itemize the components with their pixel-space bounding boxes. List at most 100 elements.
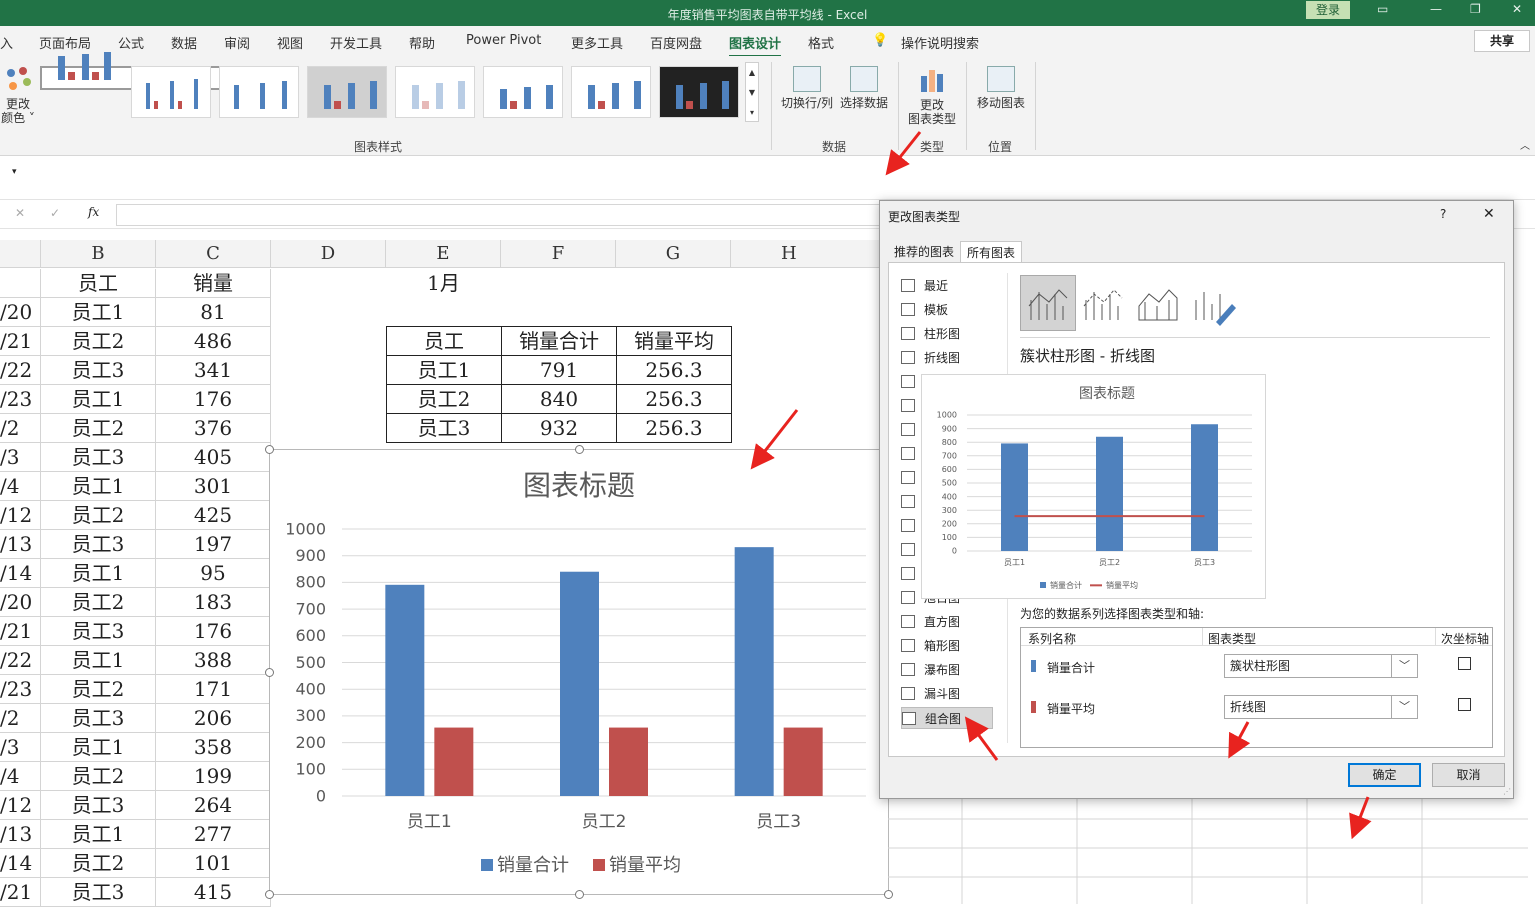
summary-cell[interactable]: 932 xyxy=(501,413,617,443)
series-type-select-2[interactable]: 折线图 ﹀ xyxy=(1224,695,1418,719)
cell-sales[interactable]: 95 xyxy=(156,559,271,588)
tab-page-layout[interactable]: 页面布局 xyxy=(39,33,91,52)
cell-a[interactable]: /3 xyxy=(0,733,41,762)
change-chart-type-button[interactable]: 更改 图表类型 xyxy=(904,66,960,126)
select-data-button[interactable]: 选择数据 xyxy=(837,66,891,110)
resize-handle[interactable] xyxy=(265,668,274,677)
cell-sales[interactable]: 183 xyxy=(156,588,271,617)
cell-sales[interactable]: 425 xyxy=(156,501,271,530)
column-header-h[interactable]: H xyxy=(731,240,880,268)
cell-a[interactable] xyxy=(0,269,41,298)
tab-formulas[interactable]: 公式 xyxy=(118,33,144,52)
tab-baidu-netdisk[interactable]: 百度网盘 xyxy=(650,33,702,52)
cell-a[interactable]: /21 xyxy=(0,878,41,907)
chart-type-item[interactable]: 直方图 xyxy=(901,611,993,633)
tab-recommended-charts[interactable]: 推荐的图表 xyxy=(888,241,960,263)
chart-type-item[interactable]: 漏斗图 xyxy=(901,683,993,705)
minimize-icon[interactable]: — xyxy=(1430,2,1442,16)
cell-employee[interactable]: 员工2 xyxy=(41,501,156,530)
cell-a[interactable]: /4 xyxy=(0,762,41,791)
cell-employee[interactable]: 员工2 xyxy=(41,762,156,791)
summary-header[interactable]: 销量合计 xyxy=(501,326,617,356)
change-colors-button[interactable]: 更改 颜色 ˅ xyxy=(0,64,36,125)
cell-sales[interactable]: 176 xyxy=(156,385,271,414)
chart-style-7[interactable] xyxy=(571,66,651,118)
tab-format[interactable]: 格式 xyxy=(808,33,834,52)
chart-style-6[interactable] xyxy=(483,66,563,118)
chart-style-5[interactable] xyxy=(395,66,475,118)
cell-sales[interactable]: 376 xyxy=(156,414,271,443)
column-header-b[interactable]: B xyxy=(41,240,156,268)
bar-1-2[interactable] xyxy=(783,727,823,796)
cell-employee[interactable]: 员工2 xyxy=(41,675,156,704)
summary-cell[interactable]: 256.3 xyxy=(616,384,732,414)
ribbon-display-icon[interactable]: ▭ xyxy=(1377,2,1388,16)
cell-employee[interactable]: 员工3 xyxy=(41,704,156,733)
cell-employee[interactable]: 员工1 xyxy=(41,298,156,327)
cell-a[interactable]: /13 xyxy=(0,530,41,559)
summary-cell[interactable]: 256.3 xyxy=(616,355,732,385)
cell-employee[interactable]: 员工2 xyxy=(41,588,156,617)
help-icon[interactable]: ? xyxy=(1440,207,1446,221)
cell-employee[interactable]: 员工3 xyxy=(41,443,156,472)
cell-sales[interactable]: 388 xyxy=(156,646,271,675)
cell-sales[interactable]: 101 xyxy=(156,849,271,878)
summary-cell[interactable]: 员工2 xyxy=(386,384,502,414)
bar-1-1[interactable] xyxy=(609,727,648,796)
cell-a[interactable]: /22 xyxy=(0,356,41,385)
cell-employee[interactable]: 员工1 xyxy=(41,559,156,588)
tell-me-search[interactable]: 操作说明搜索 xyxy=(901,33,979,52)
insert-function-icon[interactable]: fx xyxy=(88,205,99,219)
chart-type-item[interactable]: 最近 xyxy=(901,275,993,297)
summary-header[interactable]: 销量平均 xyxy=(616,326,732,356)
bar-0-0[interactable] xyxy=(1001,443,1028,551)
cell-sales[interactable]: 销量 xyxy=(156,269,271,298)
chart-style-4[interactable] xyxy=(307,66,387,118)
series-type-select-1[interactable]: 簇状柱形图 ﹀ xyxy=(1224,654,1418,678)
cell-employee[interactable]: 员工3 xyxy=(41,791,156,820)
cell-a[interactable]: /21 xyxy=(0,617,41,646)
tab-data[interactable]: 数据 xyxy=(171,33,197,52)
cell-sales[interactable]: 341 xyxy=(156,356,271,385)
combo-clustered-line-icon[interactable] xyxy=(1020,275,1076,331)
cell-a[interactable]: /13 xyxy=(0,820,41,849)
cell-sales[interactable]: 301 xyxy=(156,472,271,501)
resize-handle[interactable] xyxy=(265,890,274,899)
bar-0-2[interactable] xyxy=(734,547,774,796)
chart-type-item[interactable]: 瀑布图 xyxy=(901,659,993,681)
cell-employee[interactable]: 员工1 xyxy=(41,472,156,501)
move-chart-button[interactable]: 移动图表 xyxy=(972,66,1030,110)
cell-employee[interactable]: 员工3 xyxy=(41,356,156,385)
cell-a[interactable]: /2 xyxy=(0,414,41,443)
cell-employee[interactable]: 员工 xyxy=(41,269,156,298)
column-header-c[interactable]: C xyxy=(156,240,271,268)
chart-type-item[interactable]: 组合图 xyxy=(901,707,993,729)
combo-area-column-icon[interactable] xyxy=(1130,275,1186,331)
combo-clustered-line-secondary-icon[interactable] xyxy=(1075,275,1131,331)
cell-a[interactable]: /3 xyxy=(0,443,41,472)
cell-a[interactable]: /12 xyxy=(0,501,41,530)
bar-0-1[interactable] xyxy=(560,571,599,796)
custom-combo-icon[interactable] xyxy=(1185,275,1241,331)
bar-1-0[interactable] xyxy=(434,727,474,796)
cell-a[interactable]: /14 xyxy=(0,559,41,588)
resize-handle[interactable] xyxy=(265,445,274,454)
cell-a[interactable]: /23 xyxy=(0,675,41,704)
close-dialog-icon[interactable]: ✕ xyxy=(1483,206,1495,222)
cell-sales[interactable]: 415 xyxy=(156,878,271,907)
cell-sales[interactable]: 277 xyxy=(156,820,271,849)
enter-formula-icon[interactable]: ✓ xyxy=(50,206,60,220)
cell-employee[interactable]: 员工3 xyxy=(41,617,156,646)
resize-handle[interactable] xyxy=(575,890,584,899)
cell-employee[interactable]: 员工1 xyxy=(41,820,156,849)
chart-style-3[interactable] xyxy=(219,66,299,118)
cell-employee[interactable]: 员工3 xyxy=(41,878,156,907)
cell-sales[interactable]: 264 xyxy=(156,791,271,820)
cell-sales[interactable]: 81 xyxy=(156,298,271,327)
column-header-d[interactable]: D xyxy=(271,240,386,268)
switch-row-col-button[interactable]: 切换行/列 xyxy=(778,66,836,110)
bar-0-2[interactable] xyxy=(1191,424,1218,551)
chart-style-8[interactable] xyxy=(659,66,739,118)
cell-employee[interactable]: 员工1 xyxy=(41,646,156,675)
cell-a[interactable]: /20 xyxy=(0,588,41,617)
